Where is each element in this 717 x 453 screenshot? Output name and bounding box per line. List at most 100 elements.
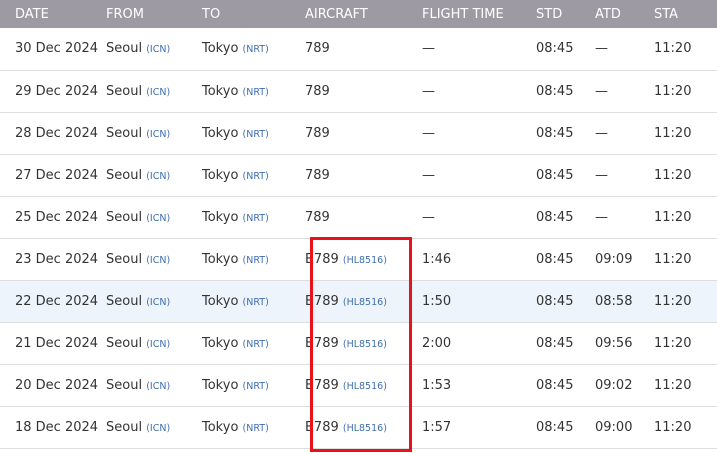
to-cell: Tokyo (NRT) bbox=[202, 406, 305, 449]
aircraft-registration-link[interactable]: (HL8516) bbox=[343, 297, 387, 308]
header-row: DATE FROM TO AIRCRAFT FLIGHT TIME STD AT… bbox=[0, 0, 717, 28]
to-cell: Tokyo (NRT) bbox=[202, 322, 305, 365]
from-cell: Seoul (ICN) bbox=[106, 28, 202, 71]
from-city: Seoul bbox=[106, 41, 143, 57]
header-atd[interactable]: ATD bbox=[595, 0, 654, 28]
std-cell: 08:45 bbox=[536, 70, 595, 113]
atd-cell: 09:02 bbox=[595, 364, 654, 407]
aircraft-type: B789 bbox=[305, 419, 339, 435]
aircraft-cell: B789 (HL8516) bbox=[305, 364, 422, 407]
sta-cell: 11:20 bbox=[654, 406, 717, 449]
to-cell: Tokyo (NRT) bbox=[202, 112, 305, 155]
to-cell: Tokyo (NRT) bbox=[202, 280, 305, 323]
to-city: Tokyo bbox=[202, 293, 239, 309]
flight-time-cell: — bbox=[422, 196, 536, 239]
table-row[interactable]: 23 Dec 2024 Seoul (ICN) Tokyo (NRT) B789… bbox=[0, 238, 717, 281]
from-airport-code[interactable]: (ICN) bbox=[146, 381, 170, 392]
header-flight-time[interactable]: FLIGHT TIME bbox=[422, 0, 536, 28]
to-cell: Tokyo (NRT) bbox=[202, 70, 305, 113]
aircraft-type: 789 bbox=[305, 83, 330, 99]
aircraft-registration-link[interactable]: (HL8516) bbox=[343, 255, 387, 266]
flight-time-cell: 1:53 bbox=[422, 364, 536, 407]
from-airport-code[interactable]: (ICN) bbox=[146, 423, 170, 434]
table-row[interactable]: 22 Dec 2024 Seoul (ICN) Tokyo (NRT) B789… bbox=[0, 280, 717, 323]
sta-cell: 11:20 bbox=[654, 112, 717, 155]
to-cell: Tokyo (NRT) bbox=[202, 364, 305, 407]
table-row[interactable]: 21 Dec 2024 Seoul (ICN) Tokyo (NRT) B789… bbox=[0, 322, 717, 365]
table-row[interactable]: 28 Dec 2024 Seoul (ICN) Tokyo (NRT) 789 … bbox=[0, 112, 717, 155]
header-to[interactable]: TO bbox=[202, 0, 305, 28]
sta-cell: 11:20 bbox=[654, 154, 717, 197]
aircraft-registration-link[interactable]: (HL8516) bbox=[343, 423, 387, 434]
to-airport-code[interactable]: (NRT) bbox=[243, 423, 269, 434]
from-airport-code[interactable]: (ICN) bbox=[146, 339, 170, 350]
table-row[interactable]: 25 Dec 2024 Seoul (ICN) Tokyo (NRT) 789 … bbox=[0, 196, 717, 239]
atd-cell: 08:58 bbox=[595, 280, 654, 323]
aircraft-type: 789 bbox=[305, 41, 330, 57]
to-airport-code[interactable]: (NRT) bbox=[243, 44, 269, 55]
to-airport-code[interactable]: (NRT) bbox=[243, 87, 269, 98]
to-city: Tokyo bbox=[202, 377, 239, 393]
sta-cell: 11:20 bbox=[654, 196, 717, 239]
to-city: Tokyo bbox=[202, 251, 239, 267]
to-airport-code[interactable]: (NRT) bbox=[243, 129, 269, 140]
sta-cell: 11:20 bbox=[654, 322, 717, 365]
flight-time-cell: 2:00 bbox=[422, 322, 536, 365]
from-airport-code[interactable]: (ICN) bbox=[146, 87, 170, 98]
table-row[interactable]: 20 Dec 2024 Seoul (ICN) Tokyo (NRT) B789… bbox=[0, 364, 717, 407]
aircraft-registration-link[interactable]: (HL8516) bbox=[343, 381, 387, 392]
from-airport-code[interactable]: (ICN) bbox=[146, 171, 170, 182]
table-row[interactable]: 30 Dec 2024 Seoul (ICN) Tokyo (NRT) 789 … bbox=[0, 28, 717, 71]
from-airport-code[interactable]: (ICN) bbox=[146, 44, 170, 55]
std-cell: 08:45 bbox=[536, 112, 595, 155]
table-row[interactable]: 27 Dec 2024 Seoul (ICN) Tokyo (NRT) 789 … bbox=[0, 154, 717, 197]
from-city: Seoul bbox=[106, 167, 143, 183]
atd-cell: — bbox=[595, 112, 654, 155]
std-cell: 08:45 bbox=[536, 28, 595, 71]
flight-time-cell: 1:46 bbox=[422, 238, 536, 281]
atd-cell: — bbox=[595, 196, 654, 239]
std-cell: 08:45 bbox=[536, 364, 595, 407]
header-std[interactable]: STD bbox=[536, 0, 595, 28]
header-date[interactable]: DATE bbox=[0, 0, 106, 28]
aircraft-type: B789 bbox=[305, 293, 339, 309]
to-airport-code[interactable]: (NRT) bbox=[243, 297, 269, 308]
header-aircraft[interactable]: AIRCRAFT bbox=[305, 0, 422, 28]
to-airport-code[interactable]: (NRT) bbox=[243, 171, 269, 182]
date-cell: 18 Dec 2024 bbox=[0, 406, 106, 449]
to-city: Tokyo bbox=[202, 167, 239, 183]
to-airport-code[interactable]: (NRT) bbox=[243, 339, 269, 350]
aircraft-registration-link[interactable]: (HL8516) bbox=[343, 339, 387, 350]
from-airport-code[interactable]: (ICN) bbox=[146, 255, 170, 266]
table-row[interactable]: 18 Dec 2024 Seoul (ICN) Tokyo (NRT) B789… bbox=[0, 406, 717, 449]
to-airport-code[interactable]: (NRT) bbox=[243, 381, 269, 392]
from-airport-code[interactable]: (ICN) bbox=[146, 129, 170, 140]
from-cell: Seoul (ICN) bbox=[106, 238, 202, 281]
flight-time-cell: — bbox=[422, 154, 536, 197]
from-airport-code[interactable]: (ICN) bbox=[146, 213, 170, 224]
flight-time-cell: 1:50 bbox=[422, 280, 536, 323]
to-airport-code[interactable]: (NRT) bbox=[243, 213, 269, 224]
header-from[interactable]: FROM bbox=[106, 0, 202, 28]
date-cell: 22 Dec 2024 bbox=[0, 280, 106, 323]
table-row[interactable]: 29 Dec 2024 Seoul (ICN) Tokyo (NRT) 789 … bbox=[0, 70, 717, 113]
std-cell: 08:45 bbox=[536, 154, 595, 197]
from-cell: Seoul (ICN) bbox=[106, 322, 202, 365]
to-cell: Tokyo (NRT) bbox=[202, 238, 305, 281]
from-airport-code[interactable]: (ICN) bbox=[146, 297, 170, 308]
aircraft-type: B789 bbox=[305, 335, 339, 351]
from-city: Seoul bbox=[106, 125, 143, 141]
aircraft-cell: 789 bbox=[305, 28, 422, 71]
atd-cell: — bbox=[595, 28, 654, 71]
from-cell: Seoul (ICN) bbox=[106, 406, 202, 449]
date-cell: 23 Dec 2024 bbox=[0, 238, 106, 281]
aircraft-type: 789 bbox=[305, 125, 330, 141]
table-header: DATE FROM TO AIRCRAFT FLIGHT TIME STD AT… bbox=[0, 0, 717, 28]
to-city: Tokyo bbox=[202, 83, 239, 99]
aircraft-type: 789 bbox=[305, 167, 330, 183]
sta-cell: 11:20 bbox=[654, 70, 717, 113]
to-airport-code[interactable]: (NRT) bbox=[243, 255, 269, 266]
to-city: Tokyo bbox=[202, 41, 239, 57]
sta-cell: 11:20 bbox=[654, 238, 717, 281]
header-sta[interactable]: STA bbox=[654, 0, 717, 28]
